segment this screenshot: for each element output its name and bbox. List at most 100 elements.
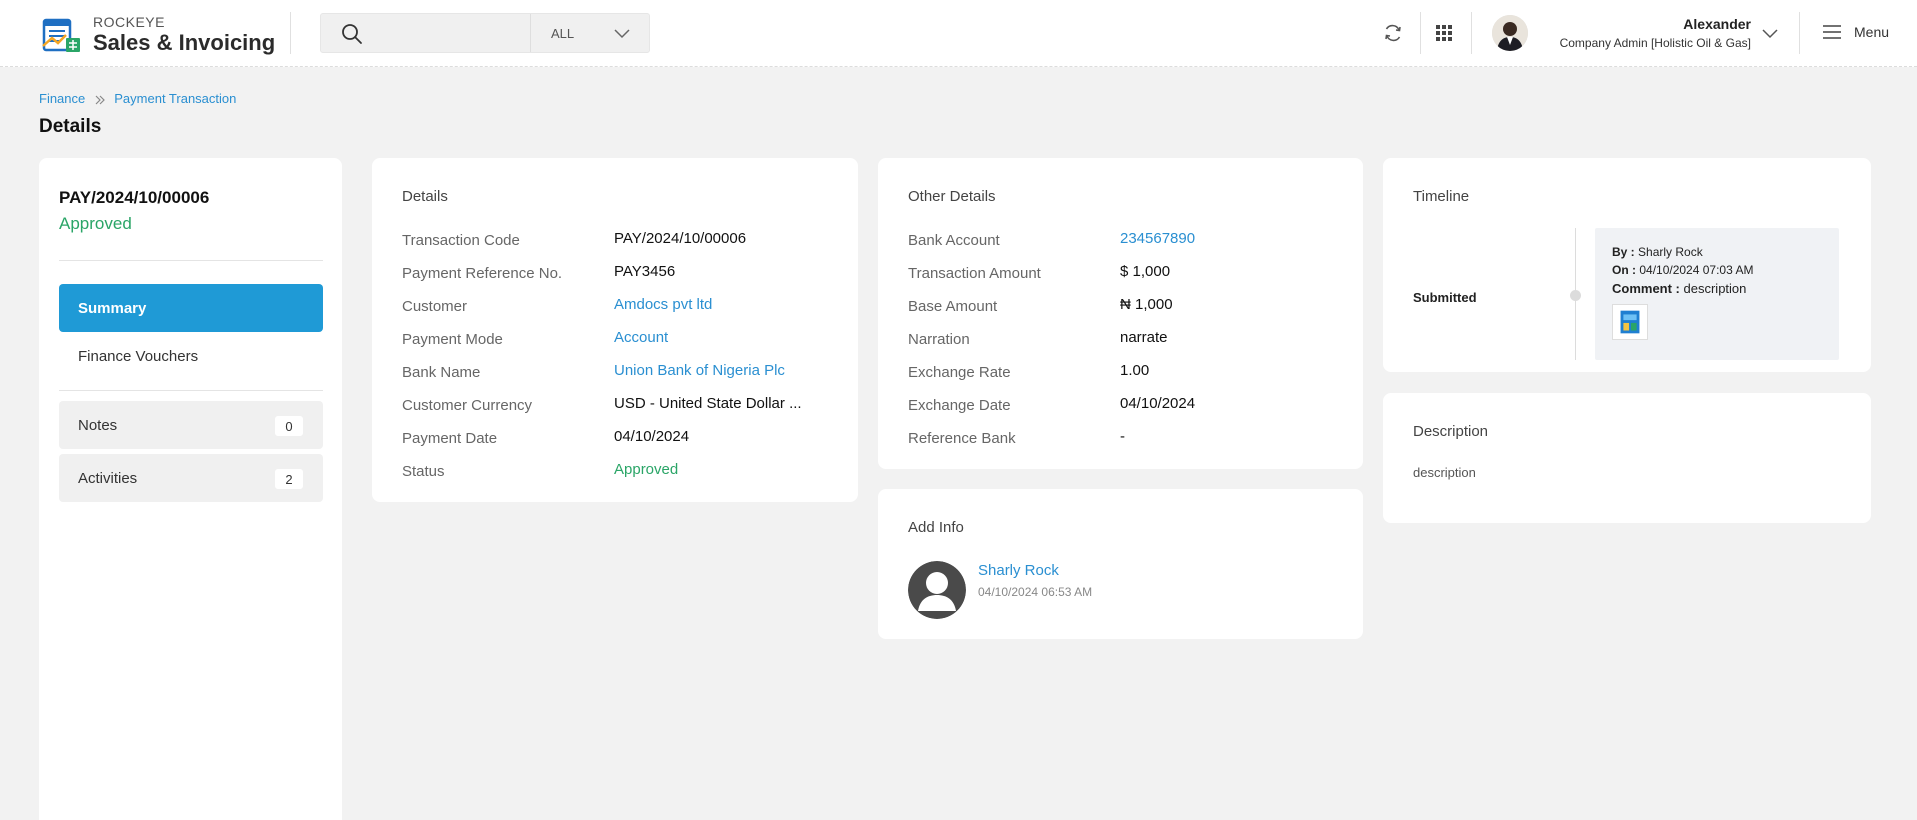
bank-name-link[interactable]: Union Bank of Nigeria Plc bbox=[614, 362, 785, 379]
bank-name-label: Bank Name bbox=[402, 364, 481, 381]
user-photo-icon bbox=[1492, 15, 1528, 51]
nav-summary-label: Summary bbox=[78, 299, 147, 317]
chevron-down-icon bbox=[614, 29, 630, 39]
transaction-amount-value: $ 1,000 bbox=[1120, 263, 1171, 280]
chevron-right-icon bbox=[95, 95, 106, 104]
description-card: Description description bbox=[1383, 393, 1871, 523]
description-text: description bbox=[1413, 465, 1476, 480]
menu-button[interactable]: Menu bbox=[1822, 24, 1889, 40]
payment-date-label: Payment Date bbox=[402, 430, 498, 447]
page-title: Details bbox=[39, 116, 102, 137]
other-details-title: Other Details bbox=[908, 188, 996, 205]
app-logo-icon bbox=[42, 18, 80, 52]
breadcrumb-finance[interactable]: Finance bbox=[39, 91, 85, 106]
activities-label: Activities bbox=[78, 469, 138, 487]
user-avatar[interactable] bbox=[1492, 15, 1528, 51]
breadcrumb-payment-transaction[interactable]: Payment Transaction bbox=[114, 91, 236, 106]
record-sidebar: PAY/2024/10/00006 Approved Summary Finan… bbox=[39, 158, 342, 820]
customer-label: Customer bbox=[402, 298, 468, 315]
reference-bank-value: - bbox=[1120, 428, 1125, 445]
base-amount-label: Base Amount bbox=[908, 298, 998, 315]
timeline-comment-label: Comment : bbox=[1612, 281, 1680, 296]
brand-company: ROCKEYE bbox=[93, 14, 165, 30]
app-name: Sales & Invoicing bbox=[93, 30, 276, 55]
menu-label: Menu bbox=[1854, 24, 1890, 40]
created-date: 04/10/2024 06:53 AM bbox=[978, 585, 1093, 599]
apps-grid-icon[interactable] bbox=[1433, 22, 1455, 44]
timeline-entry: By : Sharly Rock On : 04/10/2024 07:03 A… bbox=[1595, 228, 1839, 360]
timeline-card: Timeline Submitted By : Sharly Rock On :… bbox=[1383, 158, 1871, 372]
exchange-date-value: 04/10/2024 bbox=[1120, 395, 1196, 412]
record-code: PAY/2024/10/00006 bbox=[59, 188, 210, 207]
timeline-on-value: 04/10/2024 07:03 AM bbox=[1639, 263, 1754, 277]
divider bbox=[59, 260, 323, 261]
add-info-title: Add Info bbox=[908, 519, 964, 536]
payment-mode-label: Payment Mode bbox=[402, 331, 503, 348]
exchange-rate-label: Exchange Rate bbox=[908, 364, 1011, 381]
narration-value: narrate bbox=[1120, 329, 1168, 346]
payment-ref-label: Payment Reference No. bbox=[402, 265, 563, 282]
timeline-by: By : Sharly Rock bbox=[1612, 245, 1703, 259]
nav-finance-vouchers[interactable]: Finance Vouchers bbox=[59, 332, 323, 380]
user-role: Company Admin [Holistic Oil & Gas] bbox=[1559, 36, 1751, 50]
notes-count-badge: 0 bbox=[275, 416, 303, 436]
notes-label: Notes bbox=[78, 416, 118, 434]
attachment-thumbnail-icon[interactable] bbox=[1612, 304, 1648, 340]
payment-mode-link[interactable]: Account bbox=[614, 329, 668, 346]
activities-item[interactable]: Activities 2 bbox=[59, 454, 323, 502]
timeline-comment: Comment : description bbox=[1612, 281, 1746, 296]
divider bbox=[59, 390, 323, 391]
exchange-date-label: Exchange Date bbox=[908, 397, 1011, 414]
breadcrumb: Finance Payment Transaction bbox=[39, 91, 236, 106]
brand[interactable]: ROCKEYE Sales & Invoicing bbox=[42, 14, 275, 55]
narration-label: Narration bbox=[908, 331, 970, 348]
description-title: Description bbox=[1413, 423, 1489, 440]
base-amount-value: ₦ 1,000 bbox=[1120, 296, 1173, 313]
bank-account-label: Bank Account bbox=[908, 232, 1000, 249]
transaction-code-label: Transaction Code bbox=[402, 232, 520, 249]
customer-currency-label: Customer Currency bbox=[402, 397, 533, 414]
customer-link[interactable]: Amdocs pvt ltd bbox=[614, 296, 712, 313]
nav-finance-vouchers-label: Finance Vouchers bbox=[78, 347, 199, 365]
status-value: Approved bbox=[614, 461, 679, 478]
bank-account-link[interactable]: 234567890 bbox=[1120, 230, 1195, 247]
timeline-on: On : 04/10/2024 07:03 AM bbox=[1612, 263, 1753, 277]
add-info-card: Add Info Sharly Rock 04/10/2024 06:53 AM bbox=[878, 489, 1363, 639]
search-scope-label: ALL bbox=[551, 25, 575, 41]
payment-ref-value: PAY3456 bbox=[614, 263, 676, 280]
search-icon[interactable] bbox=[341, 23, 363, 45]
header-divider bbox=[1799, 12, 1800, 54]
creator-name-link[interactable]: Sharly Rock bbox=[978, 562, 1059, 579]
details-title: Details bbox=[402, 188, 448, 205]
hamburger-icon bbox=[1823, 25, 1841, 39]
global-search: ALL bbox=[320, 13, 650, 53]
header-divider bbox=[1471, 12, 1472, 54]
notes-item[interactable]: Notes 0 bbox=[59, 401, 323, 449]
timeline-on-label: On : bbox=[1612, 263, 1636, 277]
customer-currency-value: USD - United State Dollar ... bbox=[614, 395, 802, 412]
timeline-dot bbox=[1570, 290, 1581, 301]
timeline-title: Timeline bbox=[1413, 188, 1470, 205]
exchange-rate-value: 1.00 bbox=[1120, 362, 1150, 379]
header-divider bbox=[1420, 12, 1421, 54]
transaction-code-value: PAY/2024/10/00006 bbox=[614, 230, 747, 247]
search-scope-select[interactable]: ALL bbox=[530, 14, 650, 52]
timeline-by-label: By : bbox=[1612, 245, 1635, 259]
user-placeholder-icon bbox=[908, 561, 966, 619]
status-label: Status bbox=[402, 463, 445, 480]
details-card: Details Transaction Code PAY/2024/10/000… bbox=[372, 158, 858, 502]
chevron-down-icon[interactable] bbox=[1762, 26, 1778, 40]
header-divider bbox=[290, 12, 291, 54]
record-status: Approved bbox=[59, 214, 132, 233]
timeline-event-label: Submitted bbox=[1413, 290, 1477, 305]
reference-bank-label: Reference Bank bbox=[908, 430, 1016, 447]
user-name[interactable]: Alexander bbox=[1683, 16, 1751, 32]
other-details-card: Other Details Bank Account 234567890 Tra… bbox=[878, 158, 1363, 469]
timeline-comment-value: description bbox=[1683, 281, 1747, 296]
payment-date-value: 04/10/2024 bbox=[614, 428, 690, 445]
top-header: ROCKEYE Sales & Invoicing ALL Alexander … bbox=[0, 0, 1917, 67]
activities-count-badge: 2 bbox=[275, 469, 303, 489]
nav-summary[interactable]: Summary bbox=[59, 284, 323, 332]
timeline-by-value: Sharly Rock bbox=[1638, 245, 1703, 259]
refresh-icon[interactable] bbox=[1382, 22, 1404, 44]
